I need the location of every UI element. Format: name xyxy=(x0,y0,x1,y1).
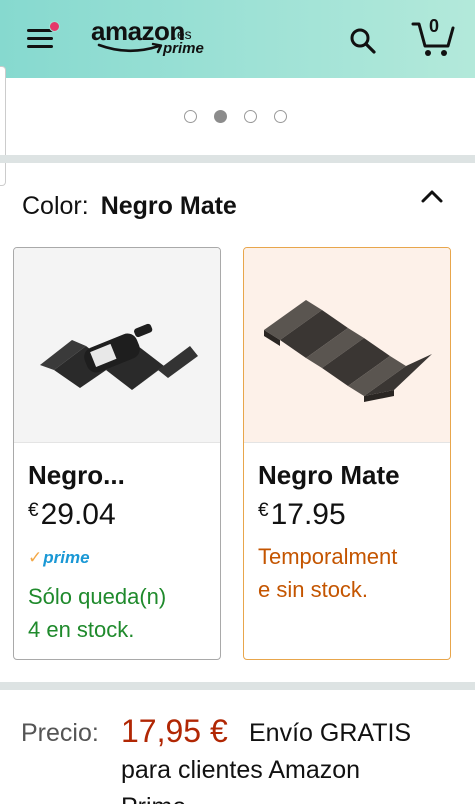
card-separator xyxy=(244,442,450,443)
carousel-dot[interactable] xyxy=(274,110,287,123)
stock-line: Sólo queda(n) xyxy=(28,584,167,609)
search-icon xyxy=(350,28,376,54)
top-header: amazon .es prime 0 xyxy=(0,0,475,78)
stock-line: e sin stock. xyxy=(258,577,369,602)
amazon-smile-icon xyxy=(97,42,163,54)
product-image xyxy=(14,248,220,442)
search-button[interactable] xyxy=(349,27,377,55)
prime-badge: ✓prime xyxy=(28,548,90,568)
card-separator xyxy=(14,442,220,443)
option-price: €17.95 xyxy=(258,498,346,532)
section-divider xyxy=(0,155,475,163)
hamburger-menu-button[interactable] xyxy=(27,21,60,51)
carousel-dot[interactable] xyxy=(244,110,257,123)
stock-status: Sólo queda(n) 4 en stock. xyxy=(28,580,218,646)
amazon-prime-logo[interactable]: amazon .es prime xyxy=(91,16,221,62)
product-image xyxy=(244,248,450,442)
chevron-up-icon[interactable] xyxy=(420,186,444,206)
prime-check-icon: ✓ xyxy=(28,548,43,567)
selected-color-name: Negro Mate xyxy=(100,192,237,220)
carousel-dot-active[interactable] xyxy=(214,110,227,123)
shipping-text: Prime xyxy=(121,793,186,804)
notification-dot-icon xyxy=(49,21,60,32)
option-title: Negro... xyxy=(28,460,125,490)
cart-count: 0 xyxy=(429,16,440,36)
section-divider xyxy=(0,682,475,690)
color-label-text: Color: xyxy=(22,192,89,220)
wine-rack-image xyxy=(264,300,432,402)
color-selector-label: Color: Negro Mate xyxy=(22,192,237,221)
stock-line: Temporalment xyxy=(258,544,398,569)
menu-icon-bar xyxy=(27,37,53,40)
stock-line: 4 en stock. xyxy=(28,617,135,642)
currency-symbol: € xyxy=(258,500,269,521)
image-carousel-edge[interactable] xyxy=(0,66,6,186)
price-value: 17,95 € xyxy=(121,713,228,749)
cart-button[interactable]: 0 xyxy=(410,16,456,58)
price-amount: 29.04 xyxy=(40,498,116,531)
currency-symbol: € xyxy=(28,500,39,521)
color-option-card-selected[interactable]: Negro Mate €17.95 Temporalment e sin sto… xyxy=(243,247,451,660)
prime-badge-text: prime xyxy=(43,548,90,567)
carousel-dots xyxy=(184,110,287,124)
color-option-card[interactable]: Negro... €29.04 ✓prime Sólo queda(n) 4 e… xyxy=(13,247,221,660)
carousel-dot[interactable] xyxy=(184,110,197,123)
shipping-text: Envío GRATIS xyxy=(249,719,412,747)
option-price: €29.04 xyxy=(28,498,116,532)
stock-status: Temporalment e sin stock. xyxy=(258,540,448,606)
shipping-text: para clientes Amazon xyxy=(121,756,361,784)
option-title: Negro Mate xyxy=(258,460,400,490)
wine-rack-with-bottle-image xyxy=(40,323,198,390)
price-amount: 17.95 xyxy=(270,498,346,531)
price-label: Precio: xyxy=(21,719,99,747)
menu-icon-bar xyxy=(27,45,53,48)
logo-prime: prime xyxy=(163,40,204,57)
